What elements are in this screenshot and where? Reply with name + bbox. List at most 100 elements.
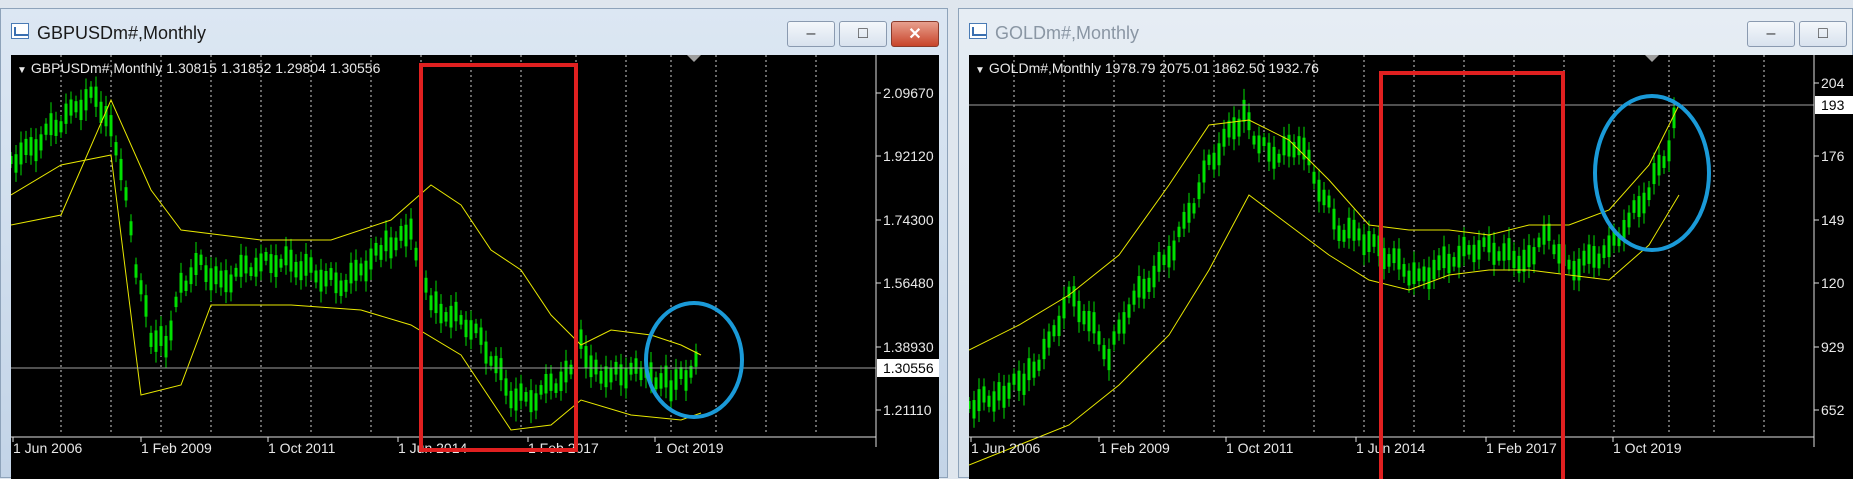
candle-body [1242,99,1246,122]
candle-body [1587,244,1591,264]
candle-body [1437,255,1441,271]
candle-body [1167,245,1171,268]
candle-body [1492,242,1496,265]
candle-body [164,335,168,358]
candle-body [1182,211,1186,229]
candle-body [1357,228,1361,241]
candle-body [679,367,683,379]
candle-body [374,242,378,256]
candle-body [1087,311,1091,332]
candle-body [554,383,558,393]
candle-body [139,280,143,295]
candle-body [669,380,673,402]
dropdown-triangle-icon[interactable]: ▼ [975,65,985,76]
date-axis-label: 1 Jun 2006 [971,440,1040,456]
candle-body [594,359,598,375]
upper-band-line [11,98,702,356]
candle-body [659,373,663,389]
candle-body [379,245,383,260]
candle-body [977,389,981,412]
candle-body [1322,189,1326,206]
candle-body [1507,238,1511,261]
candle-body [1577,258,1581,281]
candle-body [569,364,573,375]
maximize-button[interactable]: □ [1799,21,1847,47]
candle-body [254,257,258,277]
candle-body [674,369,678,390]
candle-body [1522,249,1526,272]
candle-body [1627,212,1631,228]
dropdown-triangle-icon[interactable]: ▼ [17,65,27,76]
candle-body [1177,226,1181,238]
candle-body [239,254,243,277]
candle-body [334,272,338,294]
candle-body [1557,244,1561,264]
candle-body [459,315,463,325]
candle-body [1102,345,1106,360]
candle-body [114,142,118,156]
candle-body [1317,179,1321,202]
candle-body [14,154,18,173]
candle-body [219,270,223,288]
price-axis-label: 1.92120 [883,148,934,164]
candle-body [1402,264,1406,277]
candle-body [289,249,293,272]
candle-body [1172,240,1176,261]
candle-body [654,377,658,390]
candle-body [1232,117,1236,140]
candle-body [1107,348,1111,371]
candle-body [284,246,288,266]
candle-body [1032,361,1036,378]
candle-body [344,279,348,292]
close-button[interactable]: ✕ [891,21,939,47]
candle-body [1252,135,1256,145]
candle-body [1162,254,1166,266]
candle-body [1472,244,1476,263]
current-price-label: 193 [1821,97,1845,113]
candle-body [54,119,58,136]
candle-body [354,259,358,281]
candle-body [589,355,593,378]
minimize-button[interactable]: – [787,21,835,47]
candle-body [1487,234,1491,253]
gbpusd-chart-canvas[interactable]: 2.09670 1.92120 1.74300 1.56480 1.38930 1.211… [11,55,939,479]
gold-chart-window[interactable]: GOLDm#,Monthly – □ 204 176 149 120 929 652 193… [958,8,1853,479]
candle-body [119,158,123,181]
gbpusd-chart-window[interactable]: GBPUSDm#,Monthly – □ ✕ 2.09670 1.92120 1.7… [0,8,948,479]
candle-body [1462,236,1466,257]
candle-body [389,237,393,259]
candle-body [154,330,158,352]
candle-body [464,319,468,338]
candle-body [1152,265,1156,288]
maximize-button[interactable]: □ [839,21,887,47]
candle-body [1272,146,1276,169]
candle-body [64,103,68,124]
candle-body [1257,135,1261,154]
candle-body [324,270,328,287]
candle-body [1332,208,1336,230]
candle-body [524,392,528,402]
candle-body [584,346,588,368]
candle-body [74,101,78,113]
price-axis-label: 204 [1821,75,1845,91]
gold-titlebar[interactable]: GOLDm#,Monthly – □ [959,9,1852,55]
candle-body [29,137,33,156]
candle-body [1592,246,1596,268]
candle-body [399,226,403,241]
candle-body [1572,260,1576,281]
candle-body [1312,171,1316,184]
date-axis-label: 1 Feb 2017 [1486,440,1557,456]
candle-body [982,386,986,403]
candle-body [199,254,203,265]
candle-body [1502,243,1506,261]
gbpusd-titlebar[interactable]: GBPUSDm#,Monthly – □ ✕ [1,9,947,55]
candle-body [1552,244,1556,255]
candle-body [129,221,133,236]
candle-body [84,89,88,111]
minimize-button[interactable]: – [1747,21,1795,47]
candle-body [19,142,23,165]
candle-body [664,365,668,388]
gold-ohlc-text: GOLDm#,Monthly 1978.79 2075.01 1862.50 1… [988,60,1319,76]
gold-chart-canvas[interactable]: 204 176 149 120 929 652 193 1 Jun 2006 1 Feb 200… [969,55,1853,479]
candle-body [997,382,1001,401]
